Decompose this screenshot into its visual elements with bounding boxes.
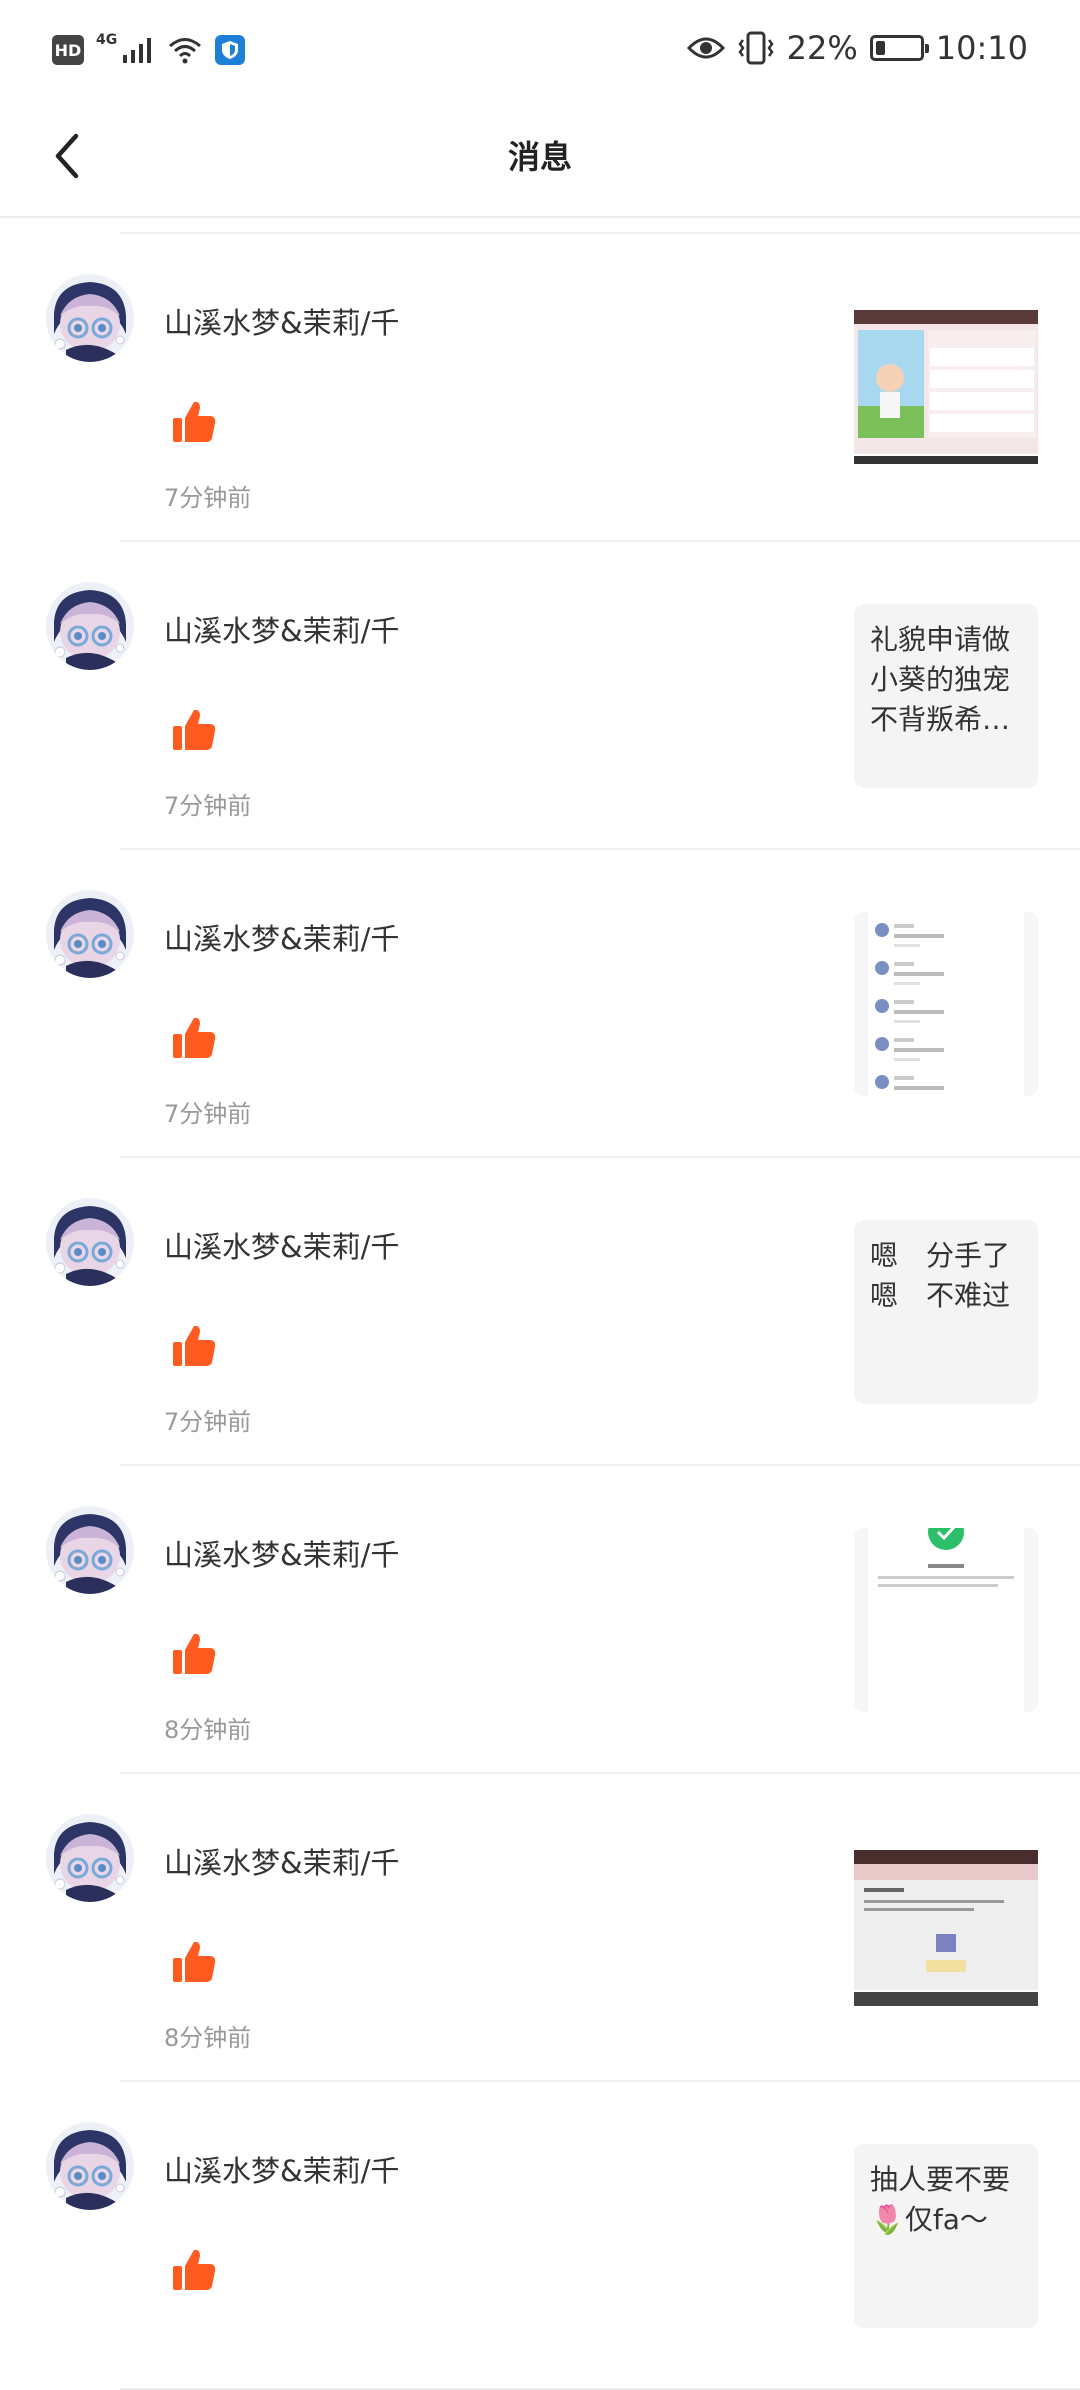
username[interactable]: 山溪水梦&茉莉/千 [164, 2148, 399, 2190]
list-item[interactable]: 山溪水梦&茉莉/千 8分钟前 [46, 1774, 1080, 2082]
username[interactable]: 山溪水梦&茉莉/千 [164, 608, 399, 650]
post-preview-image[interactable] [854, 1836, 1038, 2020]
timestamp: 7分钟前 [164, 792, 252, 820]
list-item[interactable]: 山溪水梦&茉莉/千 7分钟前 [46, 850, 1080, 1158]
status-right: 22% 10:10 [686, 26, 1028, 70]
post-preview-text[interactable]: 抽人要不要 🌷仅fa～ [854, 2144, 1038, 2328]
battery-level [875, 41, 885, 55]
chevron-left-icon [55, 133, 79, 179]
back-button[interactable] [36, 124, 100, 188]
avatar[interactable] [46, 2122, 134, 2210]
timestamp: 7分钟前 [164, 1100, 252, 1128]
nav-header: 消息 [0, 96, 1080, 218]
username[interactable]: 山溪水梦&茉莉/千 [164, 1224, 399, 1266]
thumbs-up-icon [170, 398, 218, 446]
avatar[interactable] [46, 1198, 134, 1286]
avatar[interactable] [46, 890, 134, 978]
username[interactable]: 山溪水梦&茉莉/千 [164, 916, 399, 958]
list-item[interactable]: 山溪水梦&茉莉/千 7分钟前 [46, 234, 1080, 542]
post-preview-text[interactable]: 嗯 分手了 嗯 不难过 [854, 1220, 1038, 1404]
list-item[interactable]: 山溪水梦&茉莉/千 8分钟前 [46, 1466, 1080, 1774]
network-type: 4G [96, 32, 118, 48]
list-item[interactable]: 山溪水梦&茉莉/千 7分钟前 嗯 分手了 嗯 不难过 [46, 1158, 1080, 1466]
preview-thumbnail [854, 1528, 1038, 1712]
signal-icon [123, 38, 152, 63]
preview-thumbnail [854, 912, 1038, 1096]
page-title: 消息 [507, 138, 572, 176]
shield-app-icon [215, 35, 246, 65]
battery-icon [869, 35, 929, 61]
username[interactable]: 山溪水梦&茉莉/千 [164, 1840, 399, 1882]
avatar[interactable] [46, 1506, 134, 1594]
timestamp: 7分钟前 [164, 484, 252, 512]
status-left: HD 4G [52, 30, 246, 70]
battery-percent: 22% [786, 29, 858, 67]
thumbs-up-icon [170, 706, 218, 754]
post-preview-text[interactable]: 礼貌申请做小葵的独宠不背叛希… [854, 604, 1038, 788]
vibrate-icon [738, 31, 774, 65]
preview-thumbnail [854, 1836, 1038, 2020]
preview-thumbnail [854, 296, 1038, 480]
avatar[interactable] [46, 582, 134, 670]
message-list: 山溪水梦&茉莉/千 7分钟前 山溪水梦&茉莉/千 7分钟前礼貌申请做小葵的独宠不… [0, 232, 1080, 2390]
username[interactable]: 山溪水梦&茉莉/千 [164, 1532, 399, 1574]
preview-text: 抽人要不要 🌷仅fa～ [870, 2163, 1011, 2236]
list-item[interactable]: 山溪水梦&茉莉/千 抽人要不要 🌷仅fa～ [46, 2082, 1080, 2390]
avatar[interactable] [46, 274, 134, 362]
list-item[interactable]: 山溪水梦&茉莉/千 7分钟前 礼貌申请做小葵的独宠不背叛希… [46, 542, 1080, 850]
username[interactable]: 山溪水梦&茉莉/千 [164, 300, 399, 342]
thumbs-up-icon [170, 1014, 218, 1062]
post-preview-image[interactable] [854, 912, 1038, 1096]
status-bar: HD 4G 22% 10:10 [0, 0, 1080, 96]
timestamp: 8分钟前 [164, 2024, 252, 2052]
thumbs-up-icon [170, 1938, 218, 1986]
preview-text: 礼貌申请做小葵的独宠不背叛希… [870, 623, 1011, 736]
preview-text: 嗯 分手了 嗯 不难过 [870, 1239, 1011, 1312]
thumbs-up-icon [170, 1630, 218, 1678]
thumbs-up-icon [170, 2246, 218, 2294]
wifi-icon [169, 38, 202, 64]
timestamp: 7分钟前 [164, 1408, 252, 1436]
hd-badge: HD [52, 35, 84, 65]
timestamp: 8分钟前 [164, 1716, 252, 1744]
avatar[interactable] [46, 1814, 134, 1902]
eye-icon [686, 37, 725, 59]
post-preview-image[interactable] [854, 296, 1038, 480]
clock: 10:10 [935, 29, 1028, 67]
post-preview-image[interactable] [854, 1528, 1038, 1712]
thumbs-up-icon [170, 1322, 218, 1370]
